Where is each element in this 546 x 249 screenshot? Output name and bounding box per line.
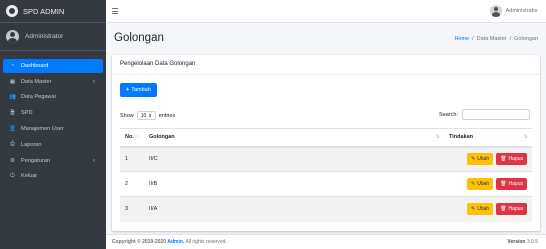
edit-button[interactable]: ✎ Ubah: [467, 153, 494, 166]
sidebar-item-spd[interactable]: 🗎 SPD: [3, 106, 103, 120]
table-row: 1 II/C ✎ Ubah 🗑 Hapus: [120, 146, 532, 172]
search-control: Search:: [439, 109, 530, 120]
delete-button[interactable]: 🗑 Hapus: [496, 153, 527, 166]
sidebar-item-label: Data Master: [21, 78, 52, 85]
golongan-card: Pengelolaan Data Golongan + Tambah Show …: [112, 55, 540, 231]
cell-golongan: II/A: [144, 196, 444, 222]
edit-icon: ✎: [471, 181, 476, 187]
table-row: 3 II/A ✎ Ubah 🗑 Hapus: [120, 196, 532, 222]
column-header-no[interactable]: No. ↑↓: [120, 128, 144, 148]
top-navbar: Administrator: [106, 0, 546, 23]
plus-icon: +: [126, 87, 130, 93]
cell-actions: ✎ Ubah 🗑 Hapus: [444, 146, 532, 172]
sidebar-item-label: Laporan: [21, 141, 42, 148]
table-icon: ▦: [9, 78, 16, 85]
edit-button[interactable]: ✎ Ubah: [467, 203, 494, 216]
sidebar-item-label: SPD: [21, 110, 33, 117]
hamburger-menu-icon[interactable]: [112, 8, 118, 14]
show-label: Show: [120, 112, 134, 119]
sort-icon: ⇅: [435, 134, 440, 141]
golongan-table: No. ↑↓ Golongan ⇅ Tindakan ⇅ 1 II/C ✎ Ub…: [120, 128, 532, 222]
sort-asc-icon: ↑↓: [135, 134, 140, 141]
power-icon: ⏻: [10, 172, 15, 179]
edit-button[interactable]: ✎ Ubah: [467, 178, 494, 190]
sidebar: SPD ADMIN Administrator ◔ Dashboard ▦ Da…: [0, 0, 106, 249]
add-button-label: Tambah: [131, 87, 151, 93]
column-header-golongan[interactable]: Golongan ⇅: [144, 128, 444, 148]
user-avatar: [6, 30, 19, 43]
sidebar-item-label: Pengaturan: [21, 157, 50, 164]
breadcrumb-home-link[interactable]: Home: [454, 36, 469, 42]
breadcrumb-separator: /: [509, 36, 512, 42]
sidebar-item-label: Manajemen User: [21, 125, 64, 132]
brand-logo: [6, 5, 18, 17]
sidebar-item-label: Dashboard: [21, 62, 49, 69]
entries-value: 10: [140, 112, 147, 119]
breadcrumb-data-master: Data Master: [476, 36, 507, 42]
sidebar-item-label: Data Pegawai: [21, 94, 56, 101]
cell-no: 3: [120, 196, 144, 222]
table-row: 2 II/B ✎ Ubah 🗑 Hapus: [120, 171, 532, 197]
breadcrumb: Home / Data Master / Golongan: [454, 36, 538, 42]
file-icon: 🗎: [10, 110, 15, 117]
footer-rights: All rights reserved.: [185, 239, 227, 245]
user-icon: 👤: [9, 125, 16, 132]
breadcrumb-separator: /: [472, 36, 474, 42]
entries-label: entries: [158, 112, 176, 119]
card-title: Pengelolaan Data Golongan: [112, 55, 540, 75]
version-label: Version: [507, 239, 526, 245]
sort-icon: ⇅: [523, 134, 528, 141]
footer: Copyright © 2019-2020 Admin. All rights …: [106, 234, 546, 249]
entries-select[interactable]: 10 ⬍: [136, 111, 156, 120]
cell-golongan: II/C: [144, 146, 444, 172]
breadcrumb-current: Golongan: [514, 36, 538, 42]
brand-link[interactable]: SPD ADMIN: [0, 0, 106, 23]
users-icon: 👥: [9, 94, 16, 101]
add-button[interactable]: + Tambah: [120, 83, 157, 97]
chevron-left-icon: ‹: [93, 78, 95, 85]
cell-no: 2: [120, 171, 144, 197]
sidebar-nav: ◔ Dashboard ▦ Data Master ‹ 👥 Data Pegaw…: [0, 51, 106, 183]
footer-brand-link[interactable]: Admin.: [167, 239, 184, 245]
sidebar-item-dashboard[interactable]: ◔ Dashboard: [3, 59, 103, 73]
version-number: 3.0.5: [526, 239, 538, 245]
sidebar-item-keluar[interactable]: ⏻ Keluar: [3, 170, 103, 184]
top-user-name: Administrator: [505, 8, 538, 14]
user-panel[interactable]: Administrator: [0, 23, 106, 51]
print-icon: ⎙: [10, 141, 15, 148]
edit-icon: ✎: [471, 206, 476, 213]
column-header-tindakan[interactable]: Tindakan ⇅: [444, 128, 532, 148]
delete-button[interactable]: 🗑 Hapus: [496, 203, 527, 216]
trash-icon: 🗑: [500, 181, 507, 187]
trash-icon: 🗑: [500, 156, 507, 163]
table-header-row: No. ↑↓ Golongan ⇅ Tindakan ⇅: [120, 128, 532, 148]
sidebar-item-laporan[interactable]: ⎙ Laporan: [3, 138, 103, 152]
gear-icon: ⚙: [9, 157, 15, 164]
select-caret-icon: ⬍: [148, 113, 152, 118]
top-user-menu[interactable]: Administrator: [489, 5, 538, 17]
page-title: Golongan: [114, 32, 164, 44]
user-name: Administrator: [25, 33, 64, 40]
sidebar-item-data-pegawai[interactable]: 👥 Data Pegawai: [3, 91, 103, 105]
sidebar-item-pengaturan[interactable]: ⚙ Pengaturan ‹: [3, 154, 103, 168]
delete-button[interactable]: 🗑 Hapus: [496, 178, 527, 190]
search-input[interactable]: [462, 109, 530, 120]
trash-icon: 🗑: [500, 206, 507, 213]
avatar: [489, 5, 502, 17]
tachometer-icon: ◔: [10, 62, 15, 69]
cell-actions: ✎ Ubah 🗑 Hapus: [444, 196, 532, 222]
entries-length-control: Show 10 ⬍ entries: [120, 111, 175, 120]
cell-actions: ✎ Ubah 🗑 Hapus: [444, 171, 532, 197]
chevron-left-icon: ‹: [93, 157, 95, 164]
cell-golongan: II/B: [144, 171, 444, 197]
footer-copyright: Copyright © 2019-2020: [112, 239, 166, 245]
sidebar-item-data-master[interactable]: ▦ Data Master ‹: [3, 75, 103, 89]
edit-icon: ✎: [471, 156, 476, 163]
brand-title: SPD ADMIN: [23, 6, 65, 16]
footer-version: Version 3.0.5: [507, 239, 538, 245]
sidebar-item-label: Keluar: [21, 173, 38, 180]
cell-no: 1: [120, 146, 144, 172]
search-label: Search:: [439, 111, 458, 118]
sidebar-item-manajemen-user[interactable]: 👤 Manajemen User: [3, 122, 103, 136]
